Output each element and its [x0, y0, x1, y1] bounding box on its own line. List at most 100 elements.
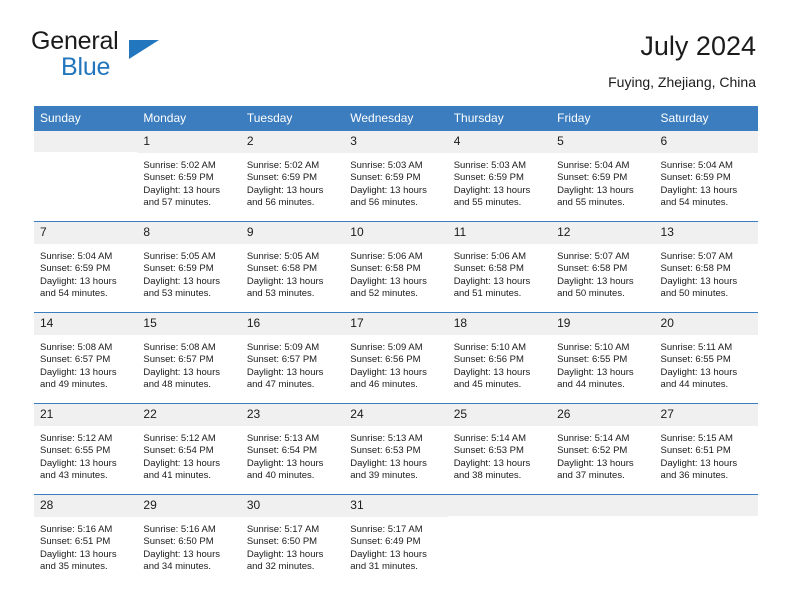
detail-daylight2: and 44 minutes. — [557, 379, 625, 391]
calendar-day-cell[interactable]: 9 Sunrise: 5:05 AM Sunset: 6:58 PM Daylight… — [240, 221, 345, 313]
detail-sunrise: Sunrise: 5:06 AM — [453, 251, 527, 262]
calendar-cell-empty — [447, 494, 552, 585]
calendar-day-cell[interactable]: 22 Sunrise: 5:12 AM Sunset: 6:54 PM Dayligh… — [137, 403, 241, 495]
day-details: Sunrise: 5:08 AM Sunset: 6:57 PM Daylight:… — [34, 335, 137, 392]
day-number: 16 — [240, 313, 345, 335]
calendar-day-cell[interactable]: 24 Sunrise: 5:13 AM Sunset: 6:53 PM Dayligh… — [344, 403, 448, 495]
logo[interactable]: General Blue — [31, 28, 231, 84]
detail-daylight2: and 41 minutes. — [143, 470, 212, 482]
day-number — [34, 131, 138, 152]
calendar-day-cell[interactable]: 21 Sunrise: 5:12 AM Sunset: 6:55 PM Dayligh… — [34, 403, 138, 495]
calendar-day-cell[interactable]: 1 Sunrise: 5:02 AM Sunset: 6:59 PM Daylight… — [137, 131, 241, 222]
detail-daylight2: and 36 minutes. — [660, 470, 729, 482]
detail-daylight1: Daylight: 13 hours — [246, 184, 324, 196]
day-number — [551, 495, 655, 516]
detail-sunrise: Sunrise: 5:07 AM — [557, 251, 630, 262]
detail-daylight1: Daylight: 13 hours — [246, 548, 324, 560]
day-number: 13 — [654, 222, 758, 244]
detail-daylight1: Daylight: 13 hours — [350, 548, 427, 560]
day-details: Sunrise: 5:17 AM Sunset: 6:49 PM Daylight:… — [344, 517, 447, 574]
calendar-day-cell[interactable]: 30 Sunrise: 5:17 AM Sunset: 6:50 PM Dayligh… — [240, 494, 345, 585]
detail-sunrise: Sunrise: 5:16 AM — [143, 524, 216, 535]
detail-daylight1: Daylight: 13 hours — [453, 275, 531, 287]
day-number: 24 — [344, 404, 448, 426]
detail-sunrise: Sunrise: 5:10 AM — [557, 342, 630, 353]
day-number: 28 — [34, 495, 138, 517]
calendar-day-cell[interactable]: 26 Sunrise: 5:14 AM Sunset: 6:52 PM Dayligh… — [551, 403, 655, 495]
day-number: 25 — [447, 404, 552, 426]
detail-daylight1: Daylight: 13 hours — [660, 457, 738, 469]
calendar-week-row: 21 Sunrise: 5:12 AM Sunset: 6:55 PM Dayligh… — [34, 403, 758, 495]
calendar-day-cell[interactable]: 10 Sunrise: 5:06 AM Sunset: 6:58 PM Dayligh… — [344, 221, 448, 313]
detail-sunrise: Sunrise: 5:10 AM — [453, 342, 527, 353]
detail-daylight1: Daylight: 13 hours — [453, 366, 531, 378]
detail-sunset: Sunset: 6:55 PM — [660, 354, 731, 366]
calendar-day-cell[interactable]: 15 Sunrise: 5:08 AM Sunset: 6:57 PM Dayligh… — [137, 312, 241, 404]
calendar-week-row: 1 Sunrise: 5:02 AM Sunset: 6:59 PM Daylight… — [34, 131, 758, 222]
calendar-day-cell[interactable]: 25 Sunrise: 5:14 AM Sunset: 6:53 PM Dayligh… — [447, 403, 552, 495]
day-number: 7 — [34, 222, 138, 244]
detail-daylight1: Daylight: 13 hours — [143, 275, 220, 287]
day-number: 9 — [240, 222, 345, 244]
calendar-day-cell[interactable]: 5 Sunrise: 5:04 AM Sunset: 6:59 PM Daylight… — [551, 131, 655, 222]
detail-daylight2: and 50 minutes. — [557, 288, 625, 300]
calendar-day-cell[interactable]: 27 Sunrise: 5:15 AM Sunset: 6:51 PM Dayligh… — [654, 403, 758, 495]
calendar-header-row: Sunday Monday Tuesday Wednesday Thursday Frid… — [34, 106, 758, 131]
detail-sunset: Sunset: 6:59 PM — [143, 263, 214, 275]
calendar-day-cell[interactable]: 18 Sunrise: 5:10 AM Sunset: 6:56 PM Dayligh… — [447, 312, 552, 404]
detail-sunrise: Sunrise: 5:04 AM — [557, 160, 630, 171]
detail-sunrise: Sunrise: 5:17 AM — [246, 524, 320, 535]
day-number: 4 — [447, 131, 552, 153]
triangle-icon — [129, 40, 159, 59]
detail-daylight2: and 44 minutes. — [660, 379, 729, 391]
day-details: Sunrise: 5:13 AM Sunset: 6:53 PM Daylight:… — [344, 426, 447, 483]
calendar-table: Sunday Monday Tuesday Wednesday Thursday Frid… — [34, 106, 758, 585]
detail-sunrise: Sunrise: 5:03 AM — [350, 160, 423, 171]
day-number: 26 — [551, 404, 655, 426]
detail-daylight2: and 35 minutes. — [40, 561, 108, 573]
day-number: 17 — [344, 313, 448, 335]
detail-daylight2: and 46 minutes. — [350, 379, 418, 391]
calendar-day-cell[interactable]: 16 Sunrise: 5:09 AM Sunset: 6:57 PM Dayligh… — [240, 312, 345, 404]
day-number: 18 — [447, 313, 552, 335]
detail-sunset: Sunset: 6:58 PM — [246, 263, 318, 275]
calendar-day-cell[interactable]: 2 Sunrise: 5:02 AM Sunset: 6:59 PM Daylight… — [240, 131, 345, 222]
detail-daylight1: Daylight: 13 hours — [40, 457, 117, 469]
calendar-day-cell[interactable]: 28 Sunrise: 5:16 AM Sunset: 6:51 PM Dayligh… — [34, 494, 138, 585]
detail-sunrise: Sunrise: 5:08 AM — [143, 342, 216, 353]
detail-sunrise: Sunrise: 5:16 AM — [40, 524, 113, 535]
page-header: General Blue July 2024 Fuying, Zhejiang,… — [0, 0, 792, 106]
detail-daylight2: and 55 minutes. — [453, 197, 522, 209]
calendar-day-cell[interactable]: 31 Sunrise: 5:17 AM Sunset: 6:49 PM Dayligh… — [344, 494, 448, 585]
calendar-day-cell[interactable]: 7 Sunrise: 5:04 AM Sunset: 6:59 PM Daylight… — [34, 221, 138, 313]
detail-daylight1: Daylight: 13 hours — [40, 275, 117, 287]
calendar-day-cell[interactable]: 4 Sunrise: 5:03 AM Sunset: 6:59 PM Daylight… — [447, 131, 552, 222]
calendar-week-row: 7 Sunrise: 5:04 AM Sunset: 6:59 PM Daylight… — [34, 221, 758, 313]
day-number: 6 — [654, 131, 758, 153]
detail-daylight2: and 54 minutes. — [660, 197, 729, 209]
calendar-day-cell[interactable]: 3 Sunrise: 5:03 AM Sunset: 6:59 PM Daylight… — [344, 131, 448, 222]
calendar-day-cell[interactable]: 17 Sunrise: 5:09 AM Sunset: 6:56 PM Dayligh… — [344, 312, 448, 404]
day-number: 2 — [240, 131, 345, 153]
calendar-day-cell[interactable]: 23 Sunrise: 5:13 AM Sunset: 6:54 PM Dayligh… — [240, 403, 345, 495]
day-details: Sunrise: 5:16 AM Sunset: 6:50 PM Daylight:… — [137, 517, 240, 574]
calendar-page: General Blue July 2024 Fuying, Zhejiang,… — [0, 0, 792, 612]
calendar-day-cell[interactable]: 20 Sunrise: 5:11 AM Sunset: 6:55 PM Dayligh… — [654, 312, 758, 404]
calendar-day-cell[interactable]: 13 Sunrise: 5:07 AM Sunset: 6:58 PM Dayligh… — [654, 221, 758, 313]
calendar-day-cell[interactable]: 12 Sunrise: 5:07 AM Sunset: 6:58 PM Dayligh… — [551, 221, 655, 313]
calendar-day-cell[interactable]: 14 Sunrise: 5:08 AM Sunset: 6:57 PM Dayligh… — [34, 312, 138, 404]
day-details: Sunrise: 5:04 AM Sunset: 6:59 PM Daylight:… — [655, 153, 758, 210]
detail-daylight1: Daylight: 13 hours — [40, 548, 117, 560]
calendar-day-cell[interactable]: 6 Sunrise: 5:04 AM Sunset: 6:59 PM Daylight… — [654, 131, 758, 222]
calendar-day-cell[interactable]: 11 Sunrise: 5:06 AM Sunset: 6:58 PM Dayligh… — [447, 221, 552, 313]
day-number: 11 — [447, 222, 552, 244]
day-details: Sunrise: 5:06 AM Sunset: 6:58 PM Daylight:… — [448, 244, 551, 301]
calendar-day-cell[interactable]: 8 Sunrise: 5:05 AM Sunset: 6:59 PM Daylight… — [137, 221, 241, 313]
day-number: 27 — [654, 404, 758, 426]
day-number: 20 — [654, 313, 758, 335]
calendar-day-cell[interactable]: 19 Sunrise: 5:10 AM Sunset: 6:55 PM Dayligh… — [551, 312, 655, 404]
detail-daylight1: Daylight: 13 hours — [40, 366, 117, 378]
day-details: Sunrise: 5:09 AM Sunset: 6:57 PM Daylight:… — [241, 335, 344, 392]
detail-daylight1: Daylight: 13 hours — [350, 184, 427, 196]
calendar-day-cell[interactable]: 29 Sunrise: 5:16 AM Sunset: 6:50 PM Dayligh… — [137, 494, 241, 585]
